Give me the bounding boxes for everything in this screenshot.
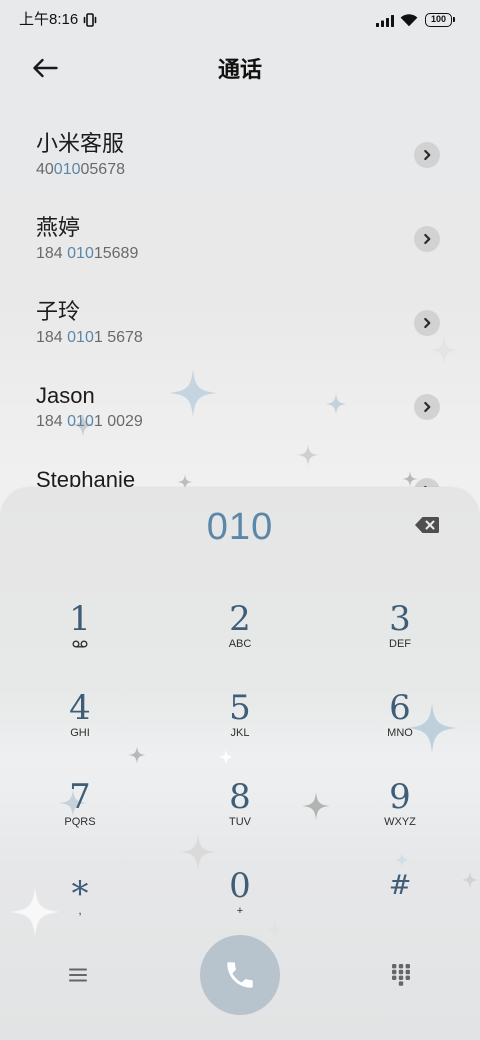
chevron-right-icon [421,401,433,413]
dialpad-toggle-button[interactable] [379,953,423,997]
key-letters: ABC [228,638,252,650]
vibrate-icon [83,13,97,27]
contact-number: 184 0101 5678 [36,328,143,348]
contact-details-button[interactable] [414,310,440,336]
contact-row[interactable]: 小米客服 4001005678 [0,120,480,204]
key-digit: 1 [69,599,91,639]
key-letters: JKL [230,727,250,739]
back-button[interactable] [24,52,66,88]
signal-icon [376,14,394,27]
key-digit: 7 [69,777,91,817]
key-5[interactable]: 5 JKL [160,673,320,762]
number-suffix: 05678 [80,161,126,178]
backspace-icon [414,516,440,534]
menu-icon [69,968,87,982]
key-0[interactable]: 0 + [160,851,320,940]
menu-button[interactable] [56,953,100,997]
number-match-highlight: 010 [67,413,94,430]
key-6[interactable]: 6 MNO [320,673,480,762]
chevron-right-icon [421,149,433,161]
key-digit: 9 [389,777,411,817]
key-letters: + [236,905,244,917]
key-digit: 6 [389,688,411,728]
key-hash[interactable]: # [320,851,480,940]
number-match-highlight: 010 [53,161,81,178]
back-arrow-icon [32,58,58,83]
status-time: 上午8:16 [19,11,79,28]
number-prefix: 184 [36,245,68,262]
key-3[interactable]: 3 DEF [320,584,480,673]
key-letters: PQRS [64,816,96,828]
wifi-icon [400,13,418,27]
contact-name: Jason [36,383,95,408]
contact-number: 4001005678 [36,160,125,180]
dialpad-icon [392,964,410,986]
key-digit: * [71,874,89,914]
number-suffix: 15689 [93,245,139,262]
contact-row[interactable]: 燕婷 184 01015689 [0,204,480,288]
voicemail-icon [72,637,88,651]
header: 通话 [0,40,480,100]
contact-row[interactable]: Jason 184 0101 0029 [0,372,480,456]
key-star[interactable]: * , [0,851,160,940]
key-digit: 2 [229,599,251,639]
contact-name: 燕婷 [36,215,81,240]
contact-name: 小米客服 [36,131,125,156]
contact-details-button[interactable] [414,394,440,420]
key-2[interactable]: 2 ABC [160,584,320,673]
number-match-highlight: 010 [67,329,94,346]
status-bar: 上午8:16 100 [0,0,480,40]
contact-row[interactable]: 子玲 184 0101 5678 [0,288,480,372]
phone-icon [223,958,257,992]
key-digit: 8 [229,777,251,817]
number-prefix: 184 [36,329,68,346]
page-title: 通话 [217,57,262,82]
key-4[interactable]: 4 GHI [0,673,160,762]
contact-details-button[interactable] [414,142,440,168]
key-7[interactable]: 7 PQRS [0,762,160,851]
contact-list: 小米客服 4001005678 燕婷 184 01015689 子玲 184 0… [0,120,480,540]
contact-name: 子玲 [36,299,81,324]
contact-number: 184 0101 0029 [36,412,143,432]
key-letters: GHI [70,727,90,739]
number-match-highlight: 010 [67,245,94,262]
key-letters: TUV [229,816,251,828]
key-digit: 3 [389,599,411,639]
contact-number: 184 01015689 [36,244,138,264]
key-1[interactable]: 1 [0,584,160,673]
contact-details-button[interactable] [414,226,440,252]
chevron-right-icon [421,317,433,329]
dialer-panel: 010 1 2 ABC 3 DEF 4 GHI 5 JKL 6 MNO 7 PQ… [0,487,480,1040]
key-8[interactable]: 8 TUV [160,762,320,851]
chevron-right-icon [421,233,433,245]
number-suffix: 1 0029 [93,413,143,430]
key-9[interactable]: 9 WXYZ [320,762,480,851]
key-letters: WXYZ [384,816,416,828]
call-button[interactable] [200,935,280,1015]
number-suffix: 1 5678 [93,329,143,346]
number-prefix: 40 [36,161,54,178]
dialed-number-display: 010 [206,506,274,548]
key-digit: # [388,870,412,901]
key-digit: 5 [229,688,251,728]
key-digit: 4 [69,688,91,728]
keypad: 1 2 ABC 3 DEF 4 GHI 5 JKL 6 MNO 7 PQRS 8… [0,584,480,940]
key-letters: MNO [387,727,413,739]
key-digit: 0 [229,866,251,906]
dialer-screen: 上午8:16 100 通话 小米客服 4001005678 燕婷 184 010… [0,0,480,1040]
battery-icon: 100 [425,13,455,27]
key-letters: DEF [389,638,411,650]
number-prefix: 184 [36,413,68,430]
backspace-button[interactable] [406,509,448,541]
